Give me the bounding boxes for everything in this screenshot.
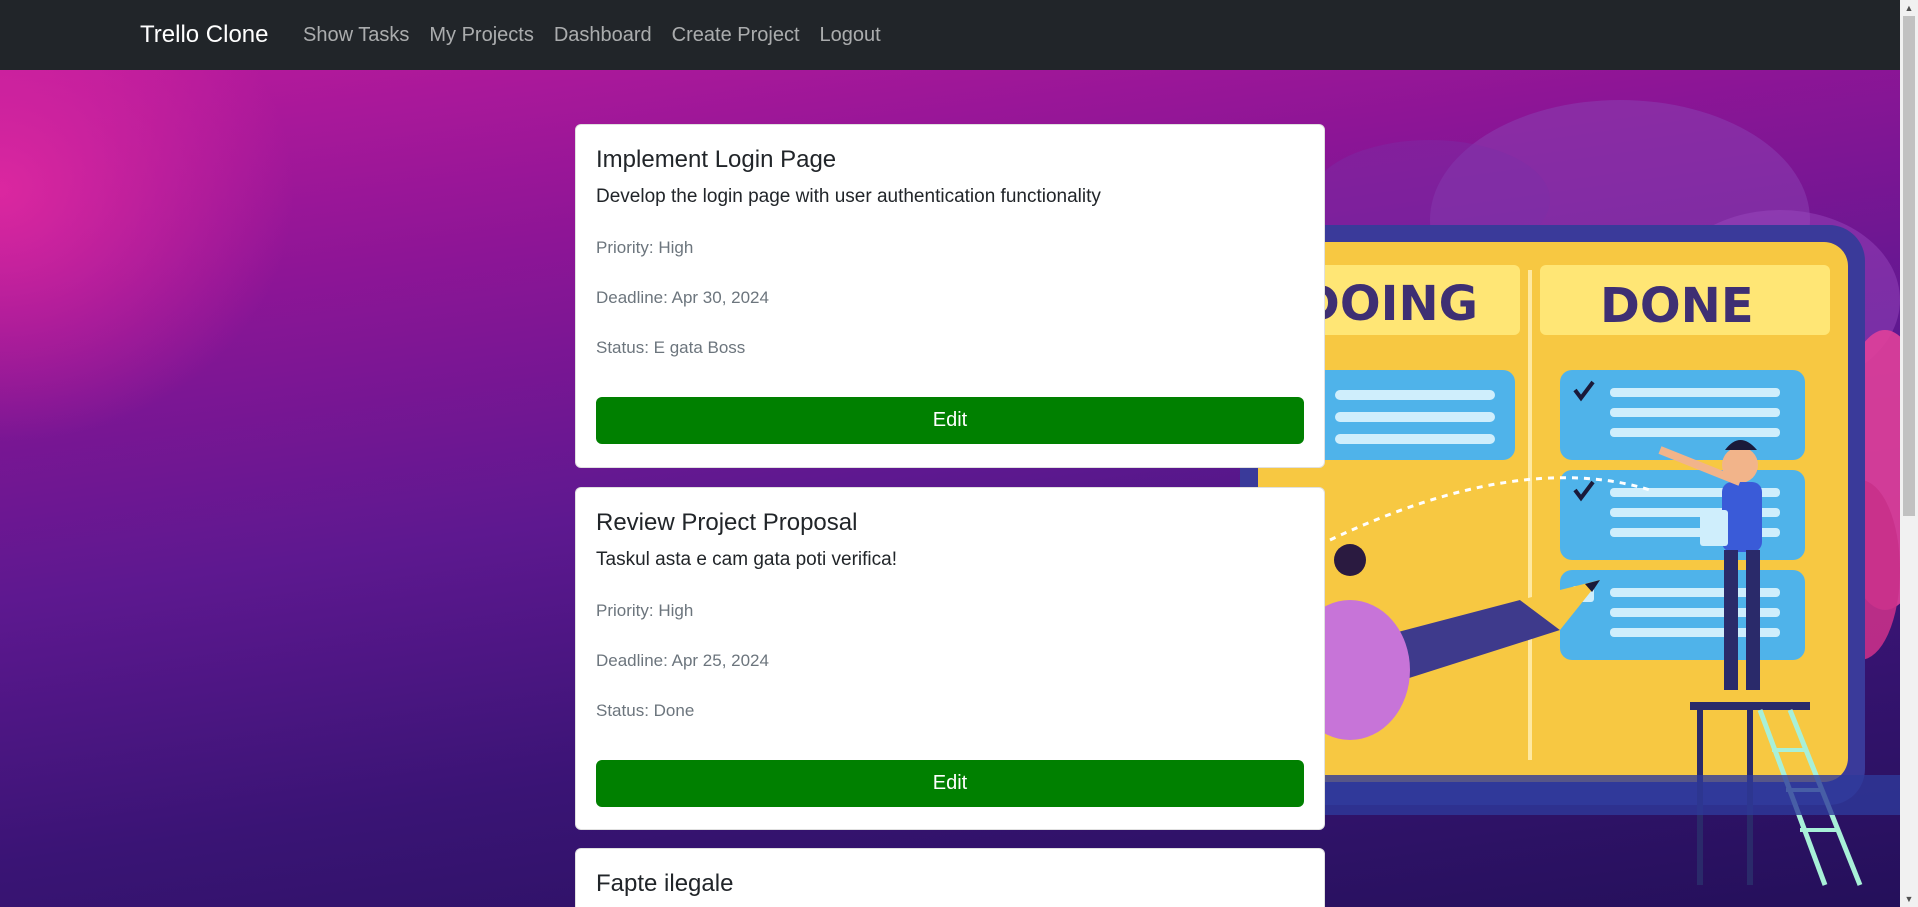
nav-link-logout[interactable]: Logout: [810, 22, 891, 48]
scroll-down-arrow-icon[interactable]: ▼: [1900, 891, 1918, 907]
doing-column-label: DOING: [1300, 276, 1478, 332]
task-title: Review Project Proposal: [596, 509, 858, 536]
edit-task-button[interactable]: Edit: [596, 760, 1304, 807]
nav-link-my-projects[interactable]: My Projects: [419, 22, 543, 48]
nav-link-show-tasks[interactable]: Show Tasks: [293, 22, 419, 48]
task-card: Review Project Proposal Taskul asta e ca…: [575, 487, 1325, 830]
nav-links: Show Tasks My Projects Dashboard Create …: [293, 22, 891, 48]
task-status: Status: E gata Boss: [596, 338, 746, 357]
task-card: Fapte ilegale: [575, 848, 1325, 907]
nav-link-dashboard[interactable]: Dashboard: [544, 22, 662, 48]
top-navbar: Trello Clone Show Tasks My Projects Dash…: [0, 0, 1900, 70]
scrollbar-thumb[interactable]: [1903, 16, 1915, 516]
edit-task-button[interactable]: Edit: [596, 397, 1304, 444]
task-description: Develop the login page with user authent…: [596, 186, 1101, 207]
task-deadline: Deadline: Apr 25, 2024: [596, 651, 769, 670]
task-deadline: Deadline: Apr 30, 2024: [596, 288, 769, 307]
task-title: Implement Login Page: [596, 146, 837, 173]
done-column-label: DONE: [1600, 278, 1754, 334]
task-priority: Priority: High: [596, 238, 694, 257]
brand-link[interactable]: Trello Clone: [140, 19, 269, 51]
task-title: Fapte ilegale: [596, 870, 734, 897]
task-description: Taskul asta e cam gata poti verifica!: [596, 549, 897, 570]
scroll-up-arrow-icon[interactable]: ▲: [1900, 0, 1918, 16]
task-status: Status: Done: [596, 701, 695, 720]
task-priority: Priority: High: [596, 601, 694, 620]
page-scrollbar[interactable]: ▲ ▼: [1900, 0, 1918, 907]
nav-link-create-project[interactable]: Create Project: [662, 22, 810, 48]
task-card: Implement Login Page Develop the login p…: [575, 124, 1325, 468]
